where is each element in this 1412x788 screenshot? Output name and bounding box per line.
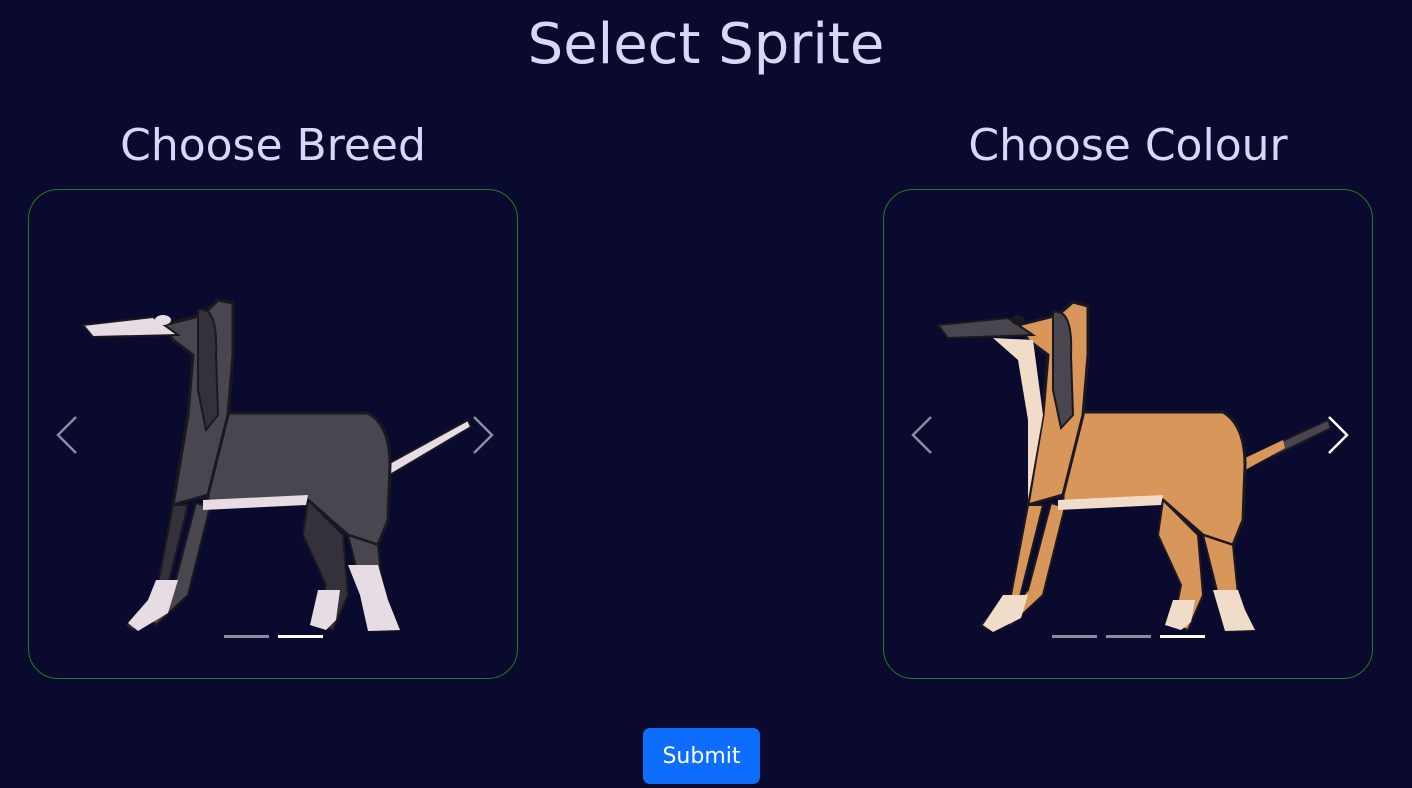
breed-dog-sprite [81,298,473,633]
breed-prev-arrow-icon[interactable] [52,413,82,457]
colour-next-arrow-icon[interactable] [1323,413,1353,457]
colour-section-title: Choose Colour [968,120,1288,171]
colour-indicator-1[interactable] [1052,635,1097,638]
page-title: Select Sprite [527,12,885,77]
colour-carousel-indicators [1052,635,1205,639]
dog-shape [81,298,473,633]
breed-next-arrow-icon[interactable] [468,413,498,457]
dog-shape [936,300,1333,633]
breed-section-title: Choose Breed [120,120,426,171]
submit-button[interactable]: Submit [643,728,760,784]
colour-indicator-2[interactable] [1106,635,1151,638]
breed-indicator-1[interactable] [224,635,269,638]
colour-indicator-3[interactable] [1160,635,1205,638]
colour-prev-arrow-icon[interactable] [907,413,937,457]
breed-carousel-indicators [224,635,323,639]
breed-indicator-2[interactable] [278,635,323,638]
colour-dog-sprite [936,300,1333,633]
